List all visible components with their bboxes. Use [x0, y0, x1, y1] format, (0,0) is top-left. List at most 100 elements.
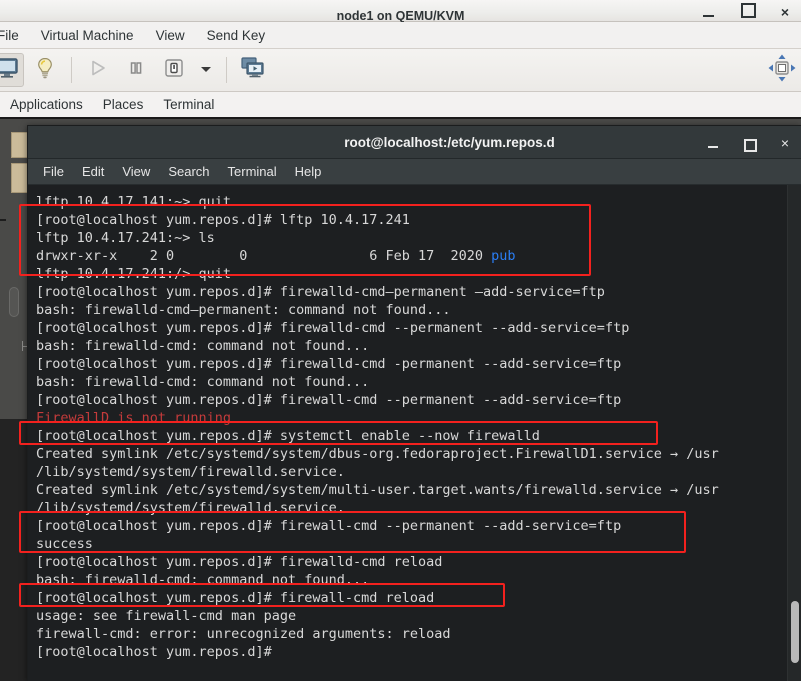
terminal-minimize-button[interactable] — [705, 135, 721, 151]
terminal-line: Created symlink /etc/systemd/system/dbus… — [28, 445, 719, 463]
terminal-line: lftp 10.4.17.141:~> quit — [28, 193, 231, 211]
terminal-window: root@localhost:/etc/yum.repos.d × File E… — [27, 125, 801, 681]
terminal-line: /lib/systemd/system/firewalld.service. — [28, 499, 345, 517]
vm-window-titlebar: node1 on QEMU/KVM × — [0, 0, 801, 23]
terminal-line: [root@localhost yum.repos.d]# — [28, 643, 272, 661]
terminal-line: [root@localhost yum.repos.d]# firewalld-… — [28, 283, 605, 301]
terminal-text-blue: pub — [491, 248, 516, 264]
terminal-menu-search[interactable]: Search — [159, 162, 218, 181]
terminal-text-white: [root@localhost yum.repos.d]# systemctl … — [36, 428, 540, 444]
terminal-scrollbar-thumb[interactable] — [791, 601, 799, 663]
terminal-text-white: [root@localhost yum.repos.d]# firewalld-… — [36, 284, 605, 300]
terminal-text-white: [root@localhost yum.repos.d]# firewalld-… — [36, 356, 622, 372]
terminal-line: [root@localhost yum.repos.d]# firewall-c… — [28, 589, 434, 607]
panel-places-menu[interactable]: Places — [93, 95, 154, 114]
shutdown-vm-button[interactable] — [157, 53, 191, 87]
vm-window-controls: × — [701, 3, 793, 20]
terminal-menu-file[interactable]: File — [34, 162, 73, 181]
snapshot-icon — [241, 56, 265, 84]
vm-menubar: File Virtual Machine View Send Key — [0, 22, 801, 49]
panel-terminal-window-item[interactable]: Terminal — [153, 95, 224, 114]
terminal-text-white: Created symlink /etc/systemd/system/dbus… — [36, 446, 719, 462]
monitor-icon — [0, 57, 18, 83]
vm-minimize-button[interactable] — [701, 4, 717, 20]
terminal-text-white: /lib/systemd/system/firewalld.service. — [36, 464, 345, 480]
terminal-line: [root@localhost yum.repos.d]# firewalld-… — [28, 319, 629, 337]
terminal-text-white: [root@localhost yum.repos.d]# lftp 10.4.… — [36, 212, 410, 228]
terminal-menu-help[interactable]: Help — [286, 162, 331, 181]
terminal-line: [root@localhost yum.repos.d]# systemctl … — [28, 427, 540, 445]
lightbulb-icon — [35, 57, 55, 84]
terminal-text-white: usage: see firewall-cmd man page — [36, 608, 297, 624]
terminal-maximize-button[interactable] — [741, 135, 757, 152]
screen-root: node1 on QEMU/KVM × File Virtual Machine… — [0, 0, 801, 681]
terminal-line: bash: firewalld-cmd: command not found..… — [28, 337, 369, 355]
toolbar-separator-1 — [71, 57, 72, 83]
terminal-text-white: lftp 10.4.17.241:/> quit — [36, 266, 232, 282]
terminal-text-white: [root@localhost yum.repos.d]# firewalld-… — [36, 554, 443, 570]
desktop-tick-vertical — [22, 341, 23, 351]
terminal-text-red: FirewallD is not running — [36, 410, 232, 426]
terminal-text-white: bash: firewalld-cmd: command not found..… — [36, 572, 370, 588]
vm-menu-virtual-machine[interactable]: Virtual Machine — [32, 25, 143, 46]
terminal-line: [root@localhost yum.repos.d]# firewall-c… — [28, 391, 621, 409]
vm-menu-file[interactable]: File — [0, 25, 28, 46]
fullscreen-icon — [767, 53, 797, 88]
terminal-text-white: /lib/systemd/system/firewalld.service. — [36, 500, 345, 516]
terminal-line: usage: see firewall-cmd man page — [28, 607, 296, 625]
terminal-text-white: bash: firewalld-cmd: command not found..… — [36, 374, 370, 390]
terminal-text-white: success — [36, 536, 93, 552]
snapshots-button[interactable] — [236, 53, 270, 87]
terminal-line: drwxr-xr-x 2 0 0 6 Feb 17 2020 pub — [28, 247, 516, 265]
terminal-text-white: bash: firewalld-cmd—permanent: command n… — [36, 302, 451, 318]
chevron-down-icon — [199, 61, 213, 79]
terminal-title: root@localhost:/etc/yum.repos.d — [344, 134, 555, 150]
shutdown-options-button[interactable] — [195, 53, 217, 87]
terminal-line: bash: firewalld-cmd: command not found..… — [28, 373, 369, 391]
terminal-line: [root@localhost yum.repos.d]# lftp 10.4.… — [28, 211, 410, 229]
play-icon — [88, 58, 108, 83]
terminal-text-white: lftp 10.4.17.241:~> ls — [36, 230, 215, 246]
show-details-view-button[interactable] — [28, 53, 62, 87]
vm-menu-send-key[interactable]: Send Key — [198, 25, 275, 46]
terminal-text-white: [root@localhost yum.repos.d]# firewall-c… — [36, 518, 622, 534]
terminal-line: lftp 10.4.17.241:/> quit — [28, 265, 231, 283]
terminal-text-white: Created symlink /etc/systemd/system/mult… — [36, 482, 719, 498]
pause-icon — [126, 58, 146, 83]
panel-applications-menu[interactable]: Applications — [0, 95, 93, 114]
terminal-text-white: [root@localhost yum.repos.d]# firewall-c… — [36, 392, 622, 408]
terminal-line: [root@localhost yum.repos.d]# firewall-c… — [28, 517, 621, 535]
terminal-text-white: bash: firewalld-cmd: command not found..… — [36, 338, 370, 354]
terminal-line: /lib/systemd/system/firewalld.service. — [28, 463, 345, 481]
terminal-line: [root@localhost yum.repos.d]# firewalld-… — [28, 553, 442, 571]
terminal-close-button[interactable]: × — [777, 135, 793, 151]
terminal-line: success — [28, 535, 93, 553]
terminal-menu-edit[interactable]: Edit — [73, 162, 113, 181]
vm-menu-view[interactable]: View — [147, 25, 194, 46]
power-icon — [163, 57, 185, 84]
fullscreen-button[interactable] — [765, 53, 799, 87]
vm-close-button[interactable]: × — [777, 4, 793, 20]
terminal-line: bash: firewalld-cmd: command not found..… — [28, 571, 369, 589]
terminal-line: bash: firewalld-cmd—permanent: command n… — [28, 301, 451, 319]
terminal-body: lftp 10.4.17.141:~> quit [root@localhost … — [28, 185, 801, 681]
vm-toolbar — [0, 49, 801, 92]
toolbar-separator-2 — [226, 57, 227, 83]
terminal-screen[interactable]: lftp 10.4.17.141:~> quit [root@localhost … — [28, 185, 787, 681]
terminal-text-white: [root@localhost yum.repos.d]# — [36, 644, 272, 660]
gnome-panel: Applications Places Terminal — [0, 92, 801, 119]
show-console-view-button[interactable] — [0, 53, 24, 87]
terminal-window-controls: × — [705, 126, 793, 159]
terminal-text-white: [root@localhost yum.repos.d]# firewall-c… — [36, 590, 435, 606]
pause-vm-button[interactable] — [119, 53, 153, 87]
desktop-decoration — [9, 287, 19, 317]
vm-maximize-button[interactable] — [739, 3, 756, 20]
terminal-menu-view[interactable]: View — [113, 162, 159, 181]
terminal-titlebar: root@localhost:/etc/yum.repos.d × — [28, 126, 801, 159]
terminal-scrollbar[interactable] — [787, 185, 801, 681]
terminal-line: firewall-cmd: error: unrecognized argume… — [28, 625, 451, 643]
terminal-menu-terminal[interactable]: Terminal — [219, 162, 286, 181]
run-vm-button[interactable] — [81, 53, 115, 87]
terminal-line: FirewallD is not running — [28, 409, 231, 427]
terminal-text-white: [root@localhost yum.repos.d]# firewalld-… — [36, 320, 630, 336]
